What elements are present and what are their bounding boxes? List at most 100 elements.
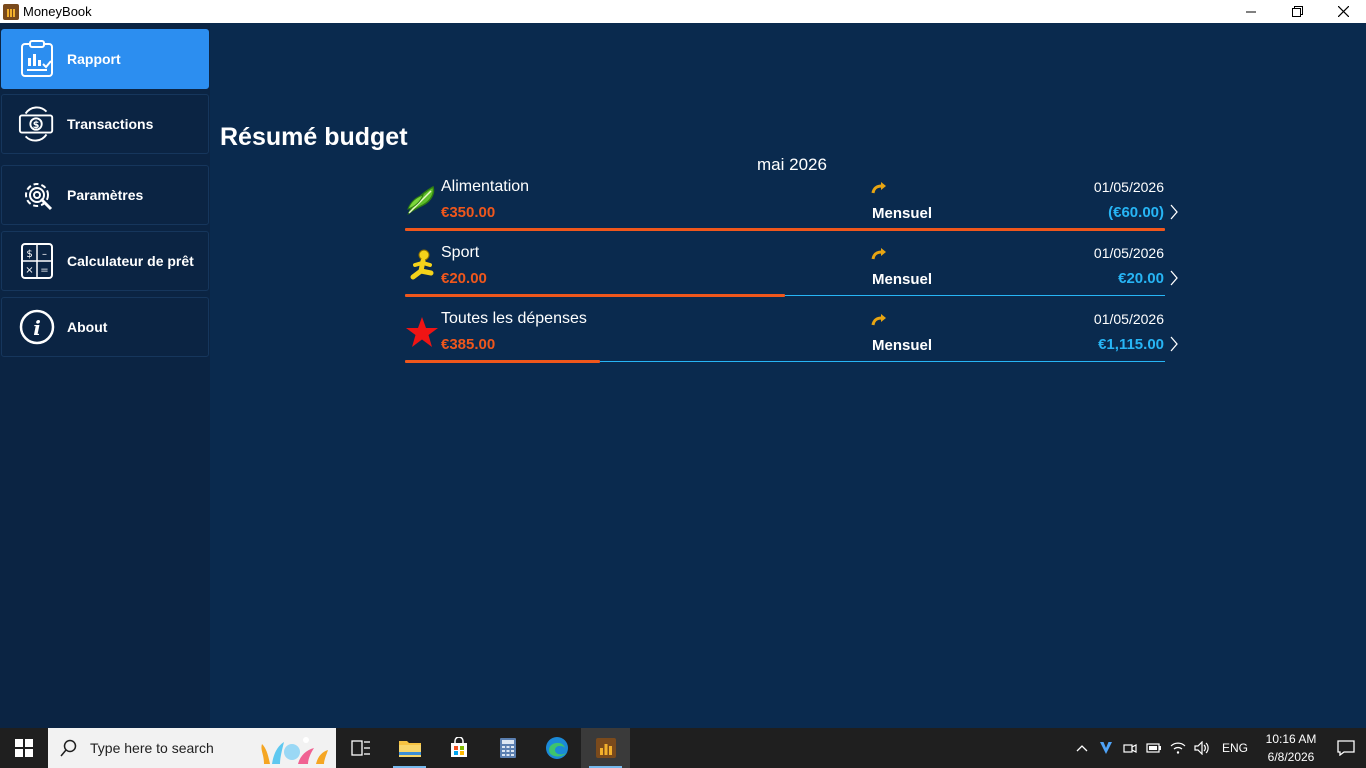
budget-row-sport[interactable]: Sport €20.00 Mensuel 01/05/2026 €20.00: [405, 241, 1180, 307]
repeat-arrow-icon: [871, 248, 886, 260]
repeat-arrow-icon: [871, 182, 886, 194]
taskbar-search[interactable]: Type here to search: [48, 728, 336, 768]
edge-browser-button[interactable]: [532, 728, 581, 768]
chevron-up-icon: [1076, 745, 1088, 752]
minimize-button[interactable]: [1228, 0, 1274, 23]
sidebar-item-label: Transactions: [67, 116, 154, 132]
clock-time: 10:16 AM: [1265, 732, 1317, 746]
battery-button[interactable]: [1142, 728, 1166, 768]
camera-icon: [1123, 744, 1137, 753]
lettuce-icon: [405, 183, 439, 217]
runner-icon: [405, 249, 439, 283]
close-icon: [1337, 6, 1349, 17]
battery-icon: [1146, 743, 1161, 753]
budget-date: 01/05/2026: [1093, 179, 1164, 195]
sidebar-item-calculateur[interactable]: $ – × = Calculateur de prêt: [1, 231, 209, 291]
clock-date: 6/8/2026: [1267, 750, 1315, 764]
search-icon: [60, 739, 77, 757]
svg-text:×: ×: [25, 265, 33, 276]
sidebar-item-about[interactable]: i About: [1, 297, 209, 357]
progress-fill: [405, 360, 600, 363]
sidebar-item-rapport[interactable]: Rapport: [1, 29, 209, 89]
page-title: Résumé budget: [220, 123, 408, 151]
network-button[interactable]: [1166, 728, 1190, 768]
sidebar-item-label: Rapport: [67, 51, 121, 67]
taskbar: Type here to search ENG 10:16 AM 6/8/202…: [0, 728, 1366, 768]
close-button[interactable]: [1320, 0, 1366, 23]
budget-date: 01/05/2026: [1093, 311, 1164, 327]
sidebar-item-label: Calculateur de prêt: [67, 253, 194, 269]
svg-text:$: $: [26, 249, 32, 260]
chevron-right-icon[interactable]: [1168, 203, 1180, 221]
budget-spent: €20.00: [441, 270, 487, 287]
edge-browser-icon: [545, 737, 568, 759]
main-content: Résumé budget mai 2026 Alimentation €350…: [210, 23, 1366, 728]
moneybook-app-icon: [595, 738, 616, 758]
budget-remaining: €20.00: [1118, 270, 1164, 287]
window-title: MoneyBook: [23, 4, 92, 19]
sidebar-item-label: About: [67, 319, 108, 335]
budget-name: Sport: [441, 244, 480, 261]
budget-period: Mensuel: [872, 337, 933, 354]
meet-now-button[interactable]: [1118, 728, 1142, 768]
app-icon: [3, 3, 19, 20]
budget-period: Mensuel: [872, 271, 933, 288]
clock[interactable]: 10:16 AM 6/8/2026: [1256, 730, 1326, 766]
calculator-app-icon: [499, 738, 516, 758]
system-tray: ENG 10:16 AM 6/8/2026: [1070, 728, 1366, 768]
report-clipboard-icon: [18, 40, 56, 78]
budget-spent: €385.00: [441, 336, 496, 353]
notification-icon: [1337, 740, 1355, 756]
store-button[interactable]: [434, 728, 483, 768]
star-icon: [405, 315, 439, 349]
budget-row-alimentation[interactable]: Alimentation €350.00 Mensuel 01/05/2026 …: [405, 175, 1180, 241]
search-placeholder: Type here to search: [90, 740, 214, 756]
chevron-right-icon[interactable]: [1168, 269, 1180, 287]
windows-logo-icon: [15, 739, 33, 757]
sidebar-item-parametres[interactable]: Paramètres: [1, 165, 209, 225]
coral-reef-icon: [261, 737, 328, 764]
money-exchange-icon: $: [18, 105, 56, 143]
v-logo-icon: [1099, 742, 1112, 754]
sidebar: Rapport $ Transactions Paramètres $ – × = C…: [0, 23, 210, 728]
progress-fill: [405, 294, 785, 297]
file-explorer-button[interactable]: [385, 728, 434, 768]
budget-name: Toutes les dépenses: [441, 310, 587, 327]
show-hidden-icons-button[interactable]: [1070, 728, 1094, 768]
budget-date: 01/05/2026: [1093, 245, 1164, 261]
minimize-icon: [1246, 11, 1256, 12]
title-bar: MoneyBook: [0, 0, 1366, 23]
sidebar-item-label: Paramètres: [67, 187, 144, 203]
info-icon: i: [18, 308, 56, 346]
calculator-icon: $ – × =: [18, 242, 56, 280]
speaker-icon: [1194, 741, 1209, 755]
moneybook-taskbar-button[interactable]: [581, 728, 630, 768]
repeat-arrow-icon: [871, 314, 886, 326]
month-label: mai 2026: [757, 155, 827, 174]
notification-center-button[interactable]: [1326, 728, 1366, 768]
chevron-right-icon[interactable]: [1168, 335, 1180, 353]
budget-name: Alimentation: [441, 178, 530, 195]
svg-text:–: –: [42, 249, 47, 260]
folder-icon: [398, 741, 421, 757]
vpn-tray-button[interactable]: [1094, 728, 1118, 768]
store-bag-icon: [450, 737, 467, 757]
progress-fill: [405, 228, 1165, 231]
task-view-icon: [350, 740, 370, 756]
svg-text:$: $: [33, 120, 40, 131]
budget-row-toutes-depenses[interactable]: Toutes les dépenses €385.00 Mensuel 01/0…: [405, 307, 1180, 373]
calculator-app-button[interactable]: [483, 728, 532, 768]
volume-button[interactable]: [1190, 728, 1214, 768]
budget-remaining: (€60.00): [1108, 204, 1164, 221]
sidebar-item-transactions[interactable]: $ Transactions: [1, 94, 209, 154]
svg-text:i: i: [33, 316, 41, 340]
window-controls: [1228, 0, 1366, 23]
svg-text:=: =: [40, 265, 48, 276]
restore-button[interactable]: [1274, 0, 1320, 23]
input-language[interactable]: ENG: [1222, 741, 1248, 755]
budget-spent: €350.00: [441, 204, 496, 221]
task-view-button[interactable]: [336, 728, 385, 768]
start-button[interactable]: [0, 728, 48, 768]
wifi-icon: [1170, 742, 1186, 754]
budget-period: Mensuel: [872, 205, 933, 222]
